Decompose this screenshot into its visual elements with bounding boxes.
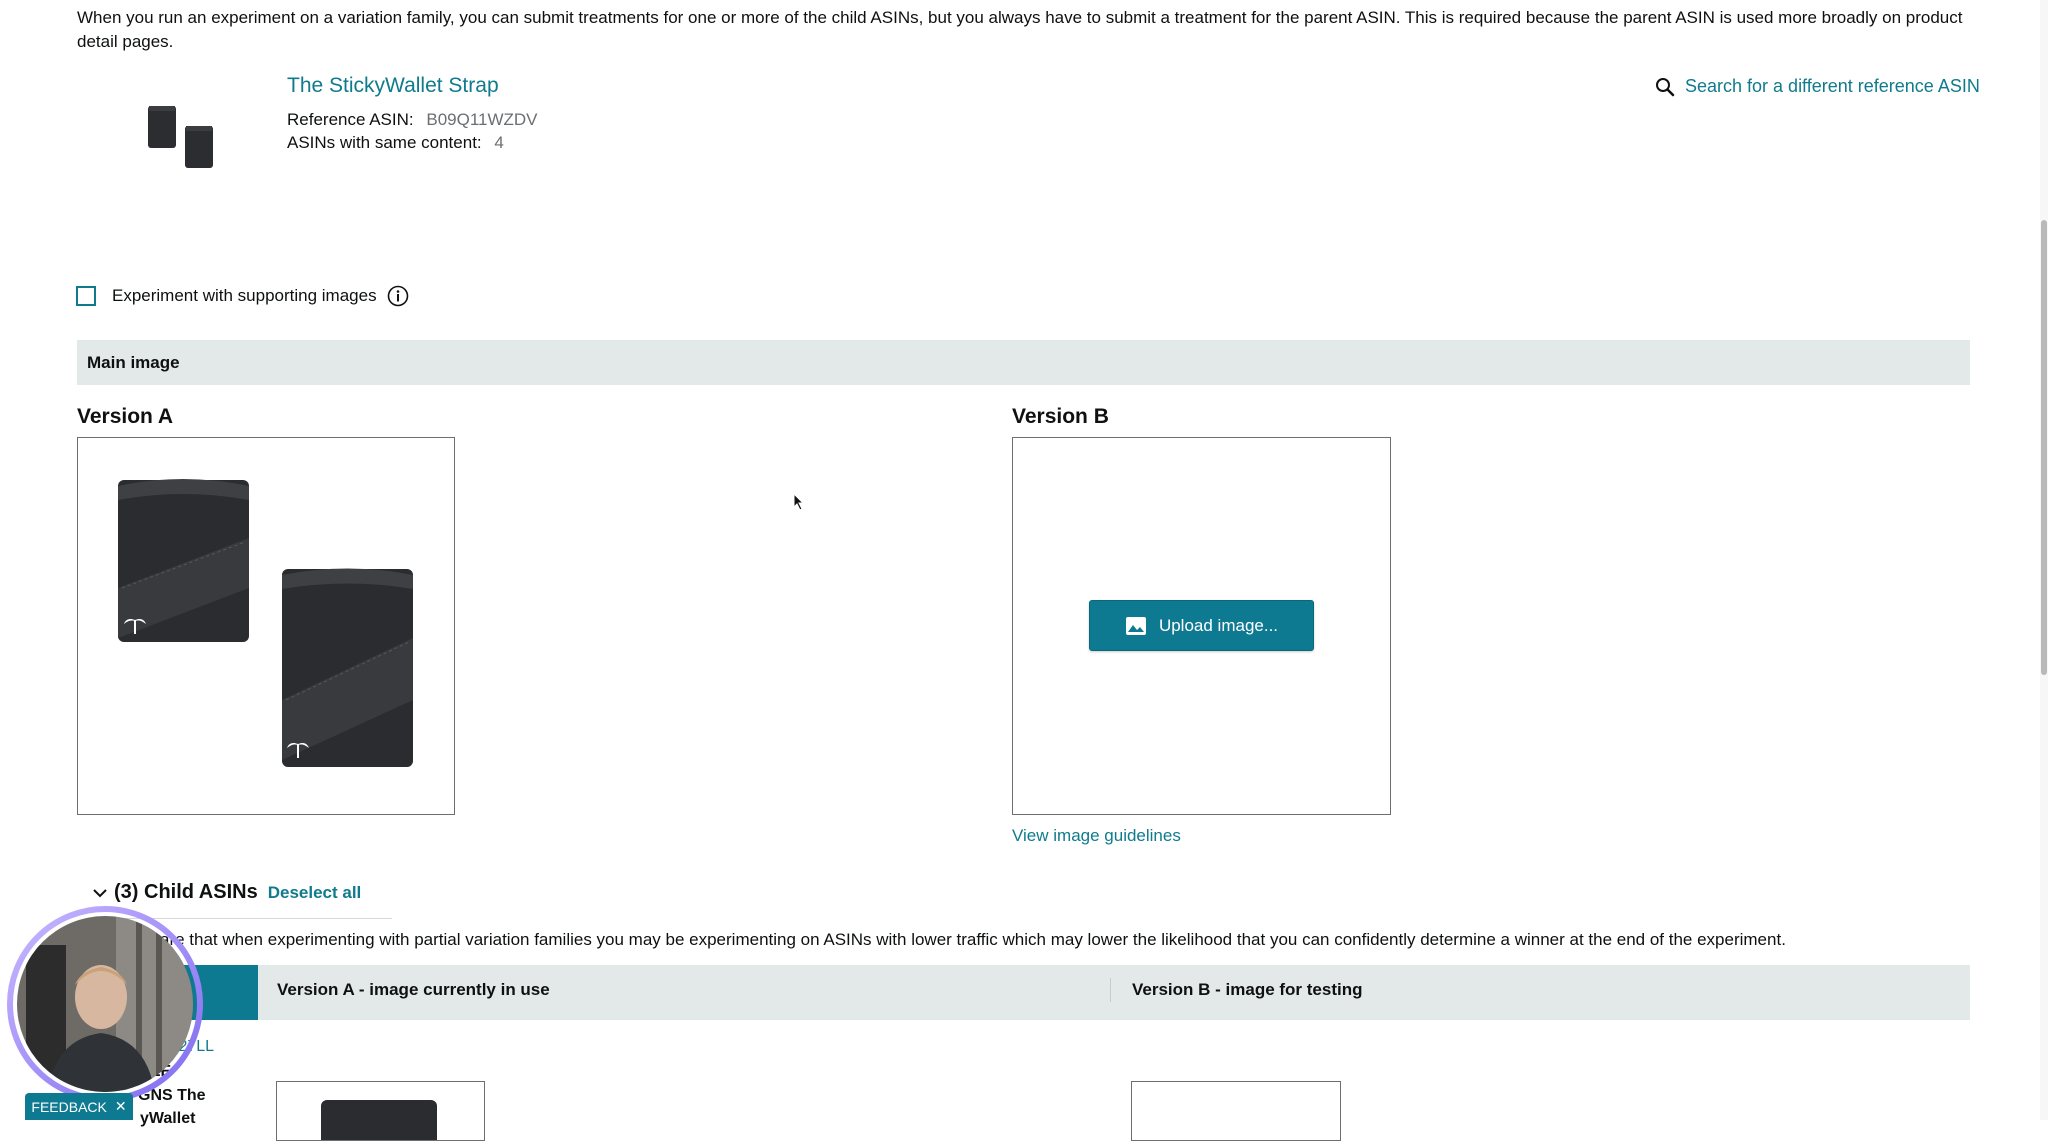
main-image-section-label: Main image bbox=[87, 353, 180, 372]
column-header-version-b: Version B - image for testing bbox=[1132, 980, 1363, 999]
reference-asin-label: Reference ASIN: bbox=[287, 110, 414, 129]
search-reference-asin-label: Search for a different reference ASIN bbox=[1685, 76, 1980, 96]
reference-asin-value: B09Q11WZDV bbox=[426, 110, 538, 129]
chevron-down-icon[interactable] bbox=[92, 887, 108, 899]
product-title[interactable]: The StickyWallet Strap bbox=[287, 74, 499, 98]
version-a-image-box bbox=[77, 437, 455, 815]
same-content-row: ASINs with same content: 4 bbox=[287, 133, 504, 153]
same-content-count: 4 bbox=[494, 133, 504, 152]
view-image-guidelines-link[interactable]: View image guidelines bbox=[1012, 826, 1181, 846]
info-icon[interactable] bbox=[387, 285, 409, 307]
mouse-cursor-icon bbox=[793, 493, 805, 511]
child-asin-product-image bbox=[321, 1100, 437, 1140]
webcam-overlay bbox=[7, 906, 203, 1102]
supporting-images-checkbox[interactable] bbox=[76, 286, 96, 306]
product-thumbnail bbox=[148, 106, 213, 168]
column-header-version-a: Version A - image currently in use bbox=[277, 980, 550, 999]
version-b-label: Version B bbox=[1012, 405, 1109, 428]
version-a-product-image bbox=[118, 479, 413, 767]
search-reference-asin-link[interactable]: Search for a different reference ASIN bbox=[1655, 76, 1980, 97]
image-icon bbox=[1125, 616, 1146, 635]
supporting-images-label: Experiment with supporting images bbox=[112, 286, 377, 305]
child-asin-version-b-thumbnail[interactable] bbox=[1131, 1081, 1341, 1141]
version-a-label: Version A bbox=[77, 405, 174, 428]
child-asin-title-line: yWallet bbox=[140, 1110, 196, 1127]
feedback-label: FEEDBACK bbox=[31, 1098, 107, 1115]
feedback-tab[interactable]: FEEDBACK ✕ bbox=[25, 1093, 133, 1120]
close-icon[interactable]: ✕ bbox=[115, 1098, 127, 1115]
same-content-label: ASINs with same content: bbox=[287, 133, 482, 152]
partial-variation-note: are that when experimenting with partial… bbox=[160, 930, 1786, 949]
search-icon bbox=[1656, 77, 1675, 96]
deselect-all-link[interactable]: Deselect all bbox=[268, 883, 362, 903]
supporting-images-row: Experiment with supporting images bbox=[76, 285, 409, 307]
child-asins-header[interactable]: (3) Child ASINs Deselect all bbox=[92, 881, 361, 904]
scrollbar-thumb[interactable] bbox=[2041, 220, 2047, 675]
reference-asin-row: Reference ASIN: B09Q11WZDV bbox=[287, 110, 538, 130]
child-asin-version-a-thumbnail bbox=[276, 1081, 485, 1141]
intro-text: When you run an experiment on a variatio… bbox=[77, 8, 1963, 51]
upload-image-label: Upload image... bbox=[1158, 615, 1279, 635]
upload-image-button[interactable]: Upload image... bbox=[1089, 600, 1314, 651]
main-image-section-bar bbox=[77, 340, 1970, 385]
child-asins-title: (3) Child ASINs bbox=[114, 881, 258, 903]
column-divider bbox=[1110, 978, 1111, 1002]
